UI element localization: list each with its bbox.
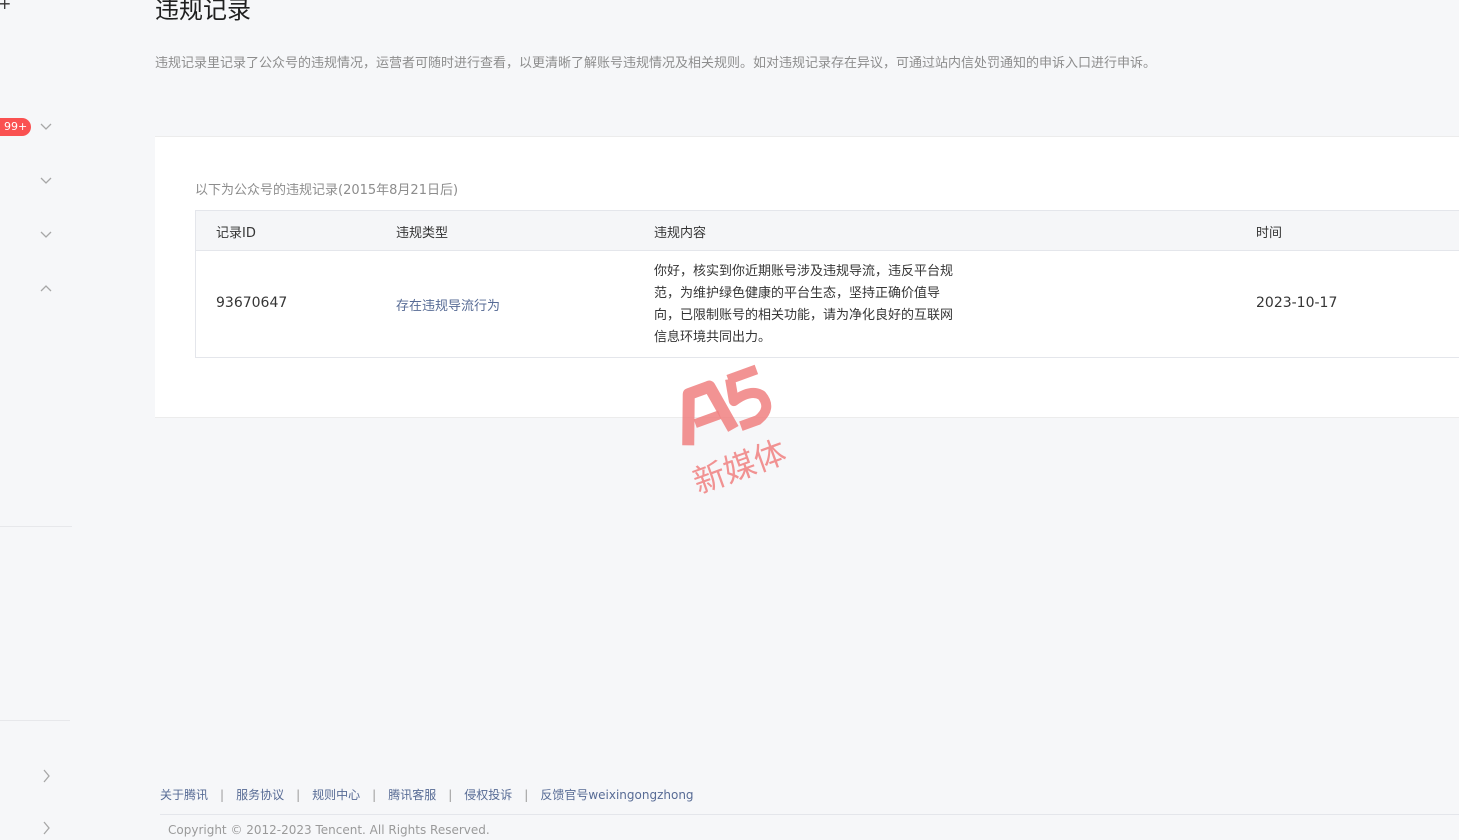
header-violation-type: 违规类型: [396, 226, 449, 241]
sidebar-item-6[interactable]: [0, 816, 72, 840]
chevron-right-icon: [43, 821, 50, 835]
sidebar-item-2[interactable]: [0, 169, 72, 193]
violation-records-card: 以下为公众号的违规记录(2015年8月21日后) 记录ID 违规类型 违规内容 …: [155, 136, 1459, 418]
chevron-down-icon: [40, 177, 52, 184]
footer-link-about[interactable]: 关于腾讯: [160, 788, 208, 802]
violation-table: 记录ID 违规类型 违规内容 时间 93670647 存在违规导流行为 你好，核…: [195, 210, 1459, 358]
table-row: 93670647 存在违规导流行为 你好，核实到你近期账号涉及违规导流，违反平台…: [196, 251, 1459, 357]
footer-link-rules[interactable]: 规则中心: [312, 788, 360, 802]
header-record-id: 记录ID: [216, 226, 256, 241]
page-description: 违规记录里记录了公众号的违规情况，运营者可随时进行查看，以更清晰了解账号违规情况…: [155, 56, 1157, 71]
sidebar-divider: [0, 526, 72, 527]
sidebar-item-5[interactable]: [0, 764, 72, 788]
footer-separator: |: [296, 788, 301, 802]
footer-link-terms[interactable]: 服务协议: [236, 788, 284, 802]
svg-text:新媒体: 新媒体: [688, 433, 791, 498]
footer-link-feedback[interactable]: 反馈官号weixingongzhong: [540, 788, 693, 802]
sidebar: + 99+: [0, 0, 72, 835]
violation-content: 你好，核实到你近期账号涉及违规导流，违反平台规范，为维护绿色健康的平台生态，坚持…: [654, 264, 954, 345]
copyright: Copyright © 2012-2023 Tencent. All Right…: [168, 823, 490, 837]
record-time: 2023-10-17: [1256, 295, 1338, 311]
header-violation-content: 违规内容: [654, 226, 707, 241]
chevron-down-icon: [40, 123, 52, 130]
sidebar-item-4[interactable]: [0, 276, 72, 300]
footer-link-support[interactable]: 腾讯客服: [388, 788, 436, 802]
footer-separator: |: [524, 788, 529, 802]
footer-separator: |: [372, 788, 377, 802]
header-time: 时间: [1256, 226, 1283, 241]
footer-link-complaint[interactable]: 侵权投诉: [464, 788, 512, 802]
notification-badge: 99+: [0, 118, 32, 136]
card-caption: 以下为公众号的违规记录(2015年8月21日后): [195, 183, 459, 198]
page-title: 违规记录: [155, 0, 251, 24]
chevron-down-icon: [40, 231, 52, 238]
chevron-up-icon: [40, 285, 52, 292]
sidebar-divider: [0, 720, 70, 721]
footer-divider: [160, 814, 1459, 815]
record-id: 93670647: [216, 295, 288, 311]
sidebar-top-glyph: +: [0, 0, 12, 13]
table-header: 记录ID 违规类型 违规内容 时间: [196, 211, 1459, 251]
footer-separator: |: [448, 788, 453, 802]
sidebar-item-notifications[interactable]: 99+: [0, 115, 72, 139]
sidebar-item-3[interactable]: [0, 223, 72, 247]
violation-type-link[interactable]: 存在违规导流行为: [396, 295, 500, 314]
footer-links: 关于腾讯 | 服务协议 | 规则中心 | 腾讯客服 | 侵权投诉 | 反馈官号weixingongz…: [160, 786, 694, 803]
chevron-right-icon: [43, 769, 50, 783]
footer-separator: |: [220, 788, 225, 802]
